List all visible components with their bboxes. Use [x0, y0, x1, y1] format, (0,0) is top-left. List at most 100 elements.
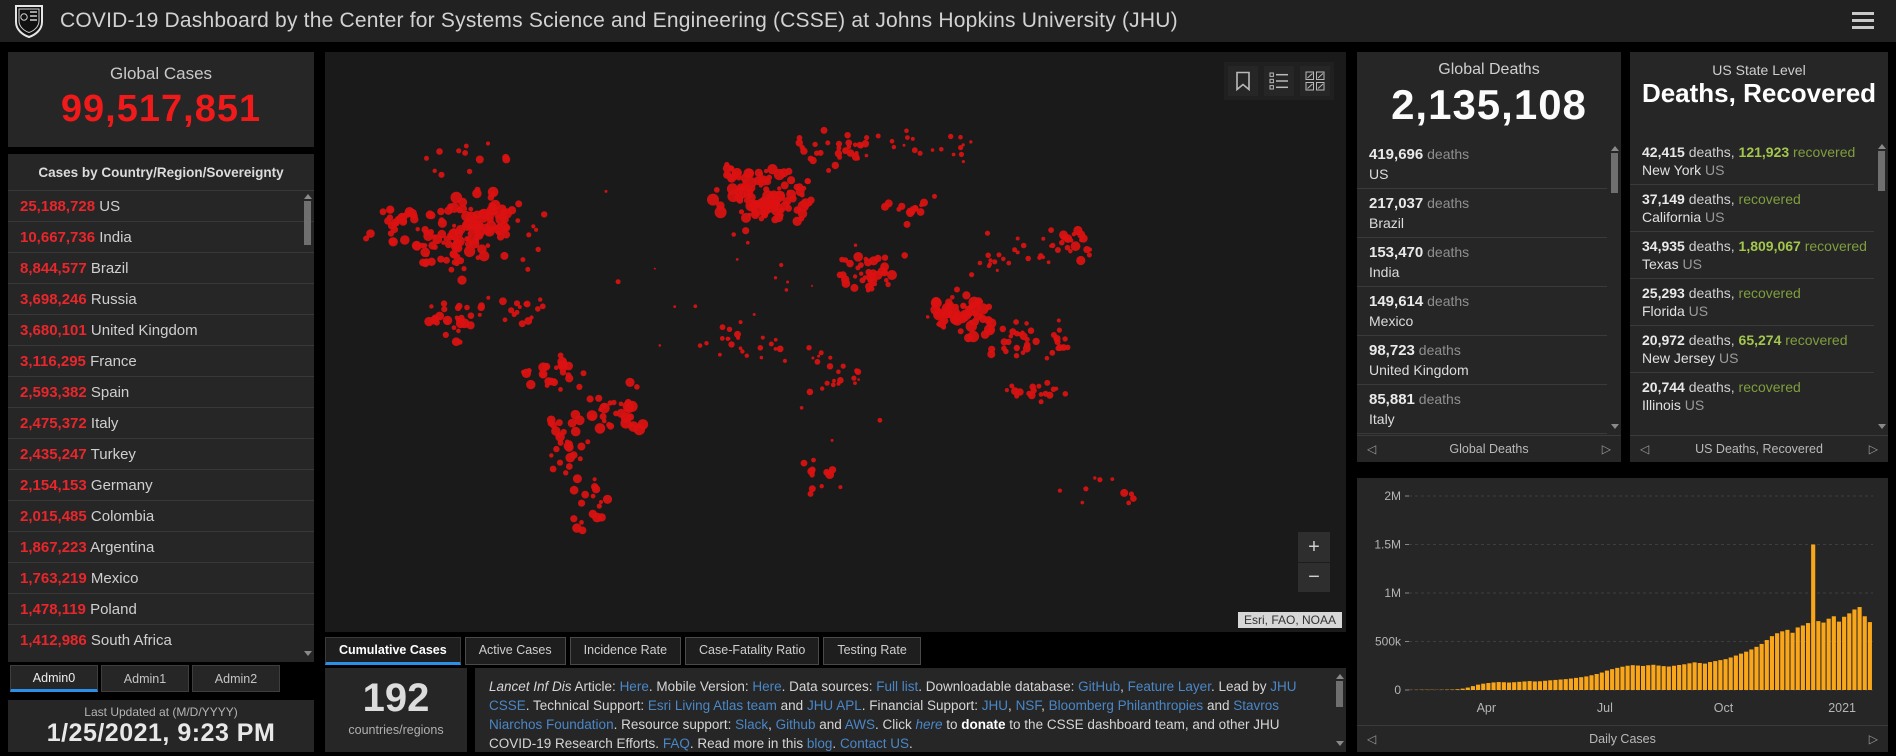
last-updated-panel: Last Updated at (M/D/YYYY) 1/25/2021, 9:… — [8, 700, 314, 752]
info-link[interactable]: blog — [807, 736, 833, 751]
deaths-row[interactable]: 217,037 deathsBrazil — [1357, 188, 1607, 237]
tab-admin1[interactable]: Admin1 — [101, 665, 189, 692]
info-scrollbar[interactable] — [1335, 672, 1344, 748]
country-row[interactable]: 1,867,223 Argentina — [8, 531, 314, 562]
tab-admin2[interactable]: Admin2 — [192, 665, 280, 692]
bookmark-icon[interactable] — [1228, 66, 1258, 96]
us-state-row[interactable]: 20,744 deaths, recoveredIllinois US — [1630, 372, 1874, 419]
scroll-down-icon[interactable] — [1611, 424, 1619, 429]
country-name: France — [86, 353, 137, 370]
scroll-up-icon[interactable] — [304, 194, 312, 199]
us-state-row[interactable]: 20,972 deaths, 65,274 recoveredNew Jerse… — [1630, 325, 1874, 372]
info-link[interactable]: Contact US — [840, 736, 909, 751]
info-link[interactable]: Slack — [735, 717, 768, 732]
scrollbar-thumb[interactable] — [1611, 153, 1618, 193]
info-link[interactable]: Bloomberg Philanthropies — [1049, 698, 1204, 713]
info-text-segment: , — [1120, 679, 1128, 694]
country-row[interactable]: 10,667,736 India — [8, 221, 314, 252]
info-link[interactable]: Esri Living Atlas team — [648, 698, 777, 713]
scroll-up-icon[interactable] — [1611, 146, 1619, 151]
tab-cumulative-cases[interactable]: Cumulative Cases — [325, 637, 461, 665]
deaths-scrollbar[interactable] — [1610, 144, 1619, 431]
tab-admin0[interactable]: Admin0 — [10, 665, 98, 692]
info-text-segment: , — [768, 717, 776, 732]
deaths-row[interactable]: 98,723 deathsUnited Kingdom — [1357, 335, 1607, 384]
deaths-row[interactable]: 85,881 deathsItaly — [1357, 384, 1607, 433]
svg-text:Jul: Jul — [1597, 701, 1613, 715]
country-row[interactable]: 2,475,372 Italy — [8, 407, 314, 438]
country-row[interactable]: 2,154,153 Germany — [8, 469, 314, 500]
info-link[interactable]: Here — [752, 679, 781, 694]
basemap-grid-icon[interactable] — [1300, 66, 1330, 96]
prev-panel-icon[interactable] — [1640, 442, 1649, 456]
info-link[interactable]: JHU — [982, 698, 1008, 713]
scroll-up-icon[interactable] — [1878, 144, 1886, 149]
us-place-line: Illinois US — [1642, 397, 1874, 413]
tab-active-cases[interactable]: Active Cases — [465, 637, 566, 665]
us-scrollbar[interactable] — [1877, 142, 1886, 431]
country-row[interactable]: 3,698,246 Russia — [8, 283, 314, 314]
us-state-row[interactable]: 25,293 deaths, recoveredFlorida US — [1630, 278, 1874, 325]
svg-text:2021: 2021 — [1828, 701, 1856, 715]
tab-incidence-rate[interactable]: Incidence Rate — [570, 637, 681, 665]
zoom-out-button[interactable]: − — [1298, 562, 1330, 592]
country-row[interactable]: 25,188,728 US — [8, 190, 314, 221]
tab-case-fatality-ratio[interactable]: Case-Fatality Ratio — [685, 637, 819, 665]
country-list-scrollbar[interactable] — [303, 192, 312, 658]
us-state-row[interactable]: 34,935 deaths, 1,809,067 recoveredTexas … — [1630, 231, 1874, 278]
info-link[interactable]: FAQ — [663, 736, 690, 751]
world-map[interactable]: + − Esri, FAO, NOAA — [325, 52, 1346, 632]
info-link[interactable]: Github — [776, 717, 816, 732]
deaths-row[interactable]: 153,470 deathsIndia — [1357, 237, 1607, 286]
info-text-segment: . Resource support: — [614, 717, 736, 732]
deaths-row[interactable]: 149,614 deathsMexico — [1357, 286, 1607, 335]
next-panel-icon[interactable] — [1869, 442, 1878, 456]
info-link[interactable]: Here — [620, 679, 649, 694]
country-row[interactable]: 8,844,577 Brazil — [8, 252, 314, 283]
us-state-row[interactable]: 37,149 deaths, recoveredCalifornia US — [1630, 184, 1874, 231]
deaths-place: US — [1369, 166, 1607, 182]
info-link[interactable]: here — [915, 717, 942, 732]
deaths-value-line: 419,696 deaths — [1369, 146, 1607, 164]
prev-panel-icon[interactable] — [1367, 442, 1376, 456]
zoom-in-button[interactable]: + — [1298, 532, 1330, 562]
prev-panel-icon[interactable] — [1367, 732, 1376, 746]
info-text-segment: and — [815, 717, 844, 732]
footer-label: Global Deaths — [1449, 442, 1528, 456]
next-panel-icon[interactable] — [1602, 442, 1611, 456]
info-link[interactable]: AWS — [845, 717, 875, 732]
legend-list-icon[interactable] — [1264, 66, 1294, 96]
country-row[interactable]: 3,680,101 United Kingdom — [8, 314, 314, 345]
info-text-segment: . Financial Support: — [862, 698, 982, 713]
scrollbar-thumb[interactable] — [1878, 151, 1885, 191]
tab-testing-rate[interactable]: Testing Rate — [823, 637, 920, 665]
info-text-segment: Article: — [572, 679, 620, 694]
scroll-down-icon[interactable] — [1878, 424, 1886, 429]
scroll-down-icon[interactable] — [304, 651, 312, 656]
scrollbar-thumb[interactable] — [1336, 681, 1343, 707]
us-region-suffix: US — [1701, 162, 1724, 178]
next-panel-icon[interactable] — [1869, 732, 1878, 746]
scrollbar-thumb[interactable] — [304, 201, 311, 245]
info-link[interactable]: JHU APL — [807, 698, 862, 713]
country-name: Brazil — [87, 260, 129, 277]
country-row[interactable]: 1,412,986 South Africa — [8, 624, 314, 655]
country-row[interactable]: 3,116,295 France — [8, 345, 314, 376]
info-link[interactable]: NSF — [1016, 698, 1042, 713]
scroll-up-icon[interactable] — [1336, 674, 1344, 679]
country-cases-value: 2,593,382 — [20, 384, 87, 401]
info-link[interactable]: GitHub — [1078, 679, 1120, 694]
info-link[interactable]: Feature Layer — [1128, 679, 1211, 694]
info-link[interactable]: Full list — [876, 679, 918, 694]
info-text-segment: . — [909, 736, 913, 751]
scroll-down-icon[interactable] — [1336, 741, 1344, 746]
country-row[interactable]: 2,435,247 Turkey — [8, 438, 314, 469]
country-row[interactable]: 2,015,485 Colombia — [8, 500, 314, 531]
us-panel-subtitle: US State Level — [1630, 62, 1888, 78]
us-state-row[interactable]: 42,415 deaths, 121,923 recoveredNew York… — [1630, 138, 1874, 184]
country-row[interactable]: 1,478,119 Poland — [8, 593, 314, 624]
country-row[interactable]: 1,763,219 Mexico — [8, 562, 314, 593]
deaths-row[interactable]: 419,696 deaths US — [1357, 140, 1607, 188]
country-row[interactable]: 2,593,382 Spain — [8, 376, 314, 407]
menu-icon[interactable] — [1852, 12, 1874, 30]
